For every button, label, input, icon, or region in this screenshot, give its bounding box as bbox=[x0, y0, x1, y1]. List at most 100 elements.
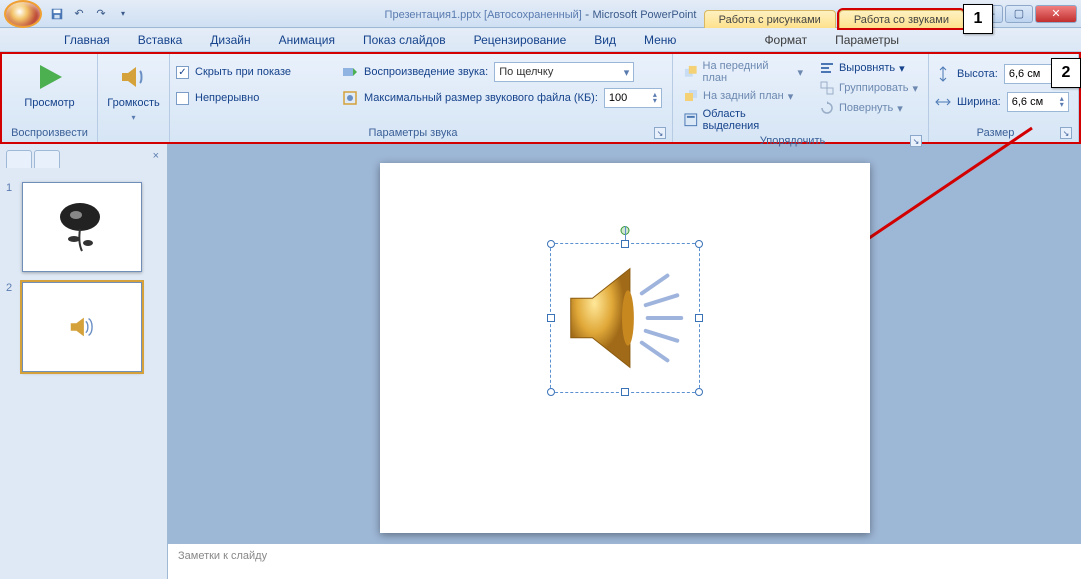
width-value: 6,6 см bbox=[1012, 96, 1043, 108]
selection-pane-icon bbox=[683, 112, 699, 128]
width-label: Ширина: bbox=[957, 96, 1001, 108]
play-sound-value: По щелчку bbox=[499, 66, 553, 78]
group-sound-options-label: Параметры звука bbox=[368, 127, 457, 139]
rose-image bbox=[52, 199, 112, 255]
preview-label: Просмотр bbox=[24, 97, 74, 109]
thumbnail-1[interactable]: 1 bbox=[6, 182, 161, 272]
slide-thumbnails-pane: × 1 2 bbox=[0, 144, 168, 579]
thumb-number: 1 bbox=[6, 182, 16, 272]
title-bar: ↶ ↷ ▾ Презентация1.pptx [Автосохраненный… bbox=[0, 0, 1081, 28]
callout-2: 2 bbox=[1051, 58, 1081, 88]
selection-pane-button[interactable]: Область выделения bbox=[679, 107, 807, 133]
thumbnail-2[interactable]: 2 bbox=[6, 282, 161, 372]
outline-tab[interactable] bbox=[34, 150, 60, 168]
resize-handle[interactable] bbox=[695, 314, 703, 322]
spinner-arrows-icon[interactable]: ▴▾ bbox=[653, 92, 657, 104]
group-play-label: Воспроизвести bbox=[8, 125, 91, 142]
tab-menu[interactable]: Меню bbox=[630, 29, 690, 51]
sound-tools-tab[interactable]: Работа со звуками bbox=[839, 10, 964, 28]
height-label: Высота: bbox=[957, 68, 998, 80]
width-icon bbox=[935, 94, 951, 110]
undo-icon[interactable]: ↶ bbox=[70, 5, 88, 23]
dialog-launcher-icon[interactable]: ↘ bbox=[1060, 127, 1072, 139]
tab-options[interactable]: Параметры bbox=[821, 29, 913, 51]
play-sound-combo[interactable]: По щелчку ▾ bbox=[494, 62, 634, 82]
tab-animation[interactable]: Анимация bbox=[265, 29, 349, 51]
notes-pane[interactable]: Заметки к слайду bbox=[168, 543, 1081, 579]
slide[interactable] bbox=[380, 163, 870, 533]
redo-icon[interactable]: ↷ bbox=[92, 5, 110, 23]
chevron-down-icon: ▾ bbox=[131, 113, 135, 122]
rotate-button[interactable]: Повернуть ▾ bbox=[815, 99, 922, 117]
callout-1: 1 bbox=[963, 4, 993, 34]
tab-format[interactable]: Формат bbox=[750, 29, 821, 51]
quick-access-toolbar: ↶ ↷ ▾ bbox=[48, 5, 132, 23]
tab-insert[interactable]: Вставка bbox=[124, 29, 197, 51]
close-button[interactable]: ✕ bbox=[1035, 5, 1077, 23]
loop-checkbox[interactable] bbox=[176, 92, 189, 105]
maximize-button[interactable]: ▢ bbox=[1005, 5, 1033, 23]
resize-handle[interactable] bbox=[621, 388, 629, 396]
tab-slideshow[interactable]: Показ слайдов bbox=[349, 29, 460, 51]
group-volume-label bbox=[104, 126, 163, 143]
picture-tools-tab[interactable]: Работа с рисунками bbox=[704, 10, 836, 28]
resize-handle[interactable] bbox=[621, 240, 629, 248]
tab-home[interactable]: Главная bbox=[50, 29, 124, 51]
resize-handle[interactable] bbox=[547, 240, 555, 248]
height-value: 6,6 см bbox=[1009, 68, 1040, 80]
selected-object[interactable] bbox=[550, 243, 700, 393]
tab-review[interactable]: Рецензирование bbox=[460, 29, 581, 51]
ribbon-tabs: Главная Вставка Дизайн Анимация Показ сл… bbox=[0, 28, 1081, 52]
save-icon[interactable] bbox=[48, 5, 66, 23]
context-tabs: Работа с рисунками Работа со звуками bbox=[704, 0, 967, 28]
group-volume: Громкость ▾ bbox=[98, 54, 170, 142]
preview-button[interactable]: Просмотр bbox=[8, 57, 91, 113]
bring-front-icon bbox=[683, 64, 699, 80]
resize-handle[interactable] bbox=[547, 314, 555, 322]
group-sound-options: ✓ Скрыть при показе Воспроизведение звук… bbox=[170, 54, 673, 142]
resize-handle[interactable] bbox=[547, 388, 555, 396]
dialog-launcher-icon[interactable]: ↘ bbox=[910, 135, 922, 147]
bring-front-button[interactable]: На передний план ▾ bbox=[679, 59, 807, 85]
dialog-launcher-icon[interactable]: ↘ bbox=[654, 127, 666, 139]
group-arrange-label: Упорядочить bbox=[760, 135, 825, 147]
width-input[interactable]: 6,6 см ▴▾ bbox=[1007, 92, 1069, 112]
align-icon bbox=[819, 60, 835, 76]
max-size-value: 100 bbox=[609, 92, 627, 104]
hide-on-show-checkbox[interactable]: ✓ bbox=[176, 66, 189, 79]
group-icon bbox=[819, 80, 835, 96]
speaker-thumb-icon bbox=[67, 312, 97, 342]
office-button[interactable] bbox=[4, 0, 42, 28]
align-button[interactable]: Выровнять ▾ bbox=[815, 59, 922, 77]
group-play: Просмотр Воспроизвести bbox=[2, 54, 98, 142]
spinner-arrows-icon[interactable]: ▴▾ bbox=[1060, 96, 1064, 108]
hide-on-show-label: Скрыть при показе bbox=[195, 66, 291, 78]
qat-dropdown-icon[interactable]: ▾ bbox=[114, 5, 132, 23]
resize-handle[interactable] bbox=[695, 240, 703, 248]
tab-view[interactable]: Вид bbox=[580, 29, 630, 51]
play-sound-label: Воспроизведение звука: bbox=[364, 66, 488, 78]
send-back-icon bbox=[683, 88, 699, 104]
play-icon bbox=[34, 61, 66, 93]
group-button[interactable]: Группировать ▾ bbox=[815, 79, 922, 97]
chevron-down-icon: ▾ bbox=[624, 66, 630, 79]
sound-object-icon bbox=[551, 244, 699, 392]
resize-handle[interactable] bbox=[695, 388, 703, 396]
send-back-button[interactable]: На задний план ▾ bbox=[679, 87, 807, 105]
play-sound-icon bbox=[342, 64, 358, 80]
tab-design[interactable]: Дизайн bbox=[196, 29, 264, 51]
close-pane-icon[interactable]: × bbox=[153, 150, 159, 162]
height-icon bbox=[935, 66, 951, 82]
slide-canvas: Заметки к слайду bbox=[168, 144, 1081, 579]
rotate-icon bbox=[819, 100, 835, 116]
max-size-label: Максимальный размер звукового файла (КБ)… bbox=[364, 92, 598, 104]
group-size-label: Размер bbox=[977, 127, 1015, 139]
slides-tab[interactable] bbox=[6, 150, 32, 168]
volume-button[interactable]: Громкость ▾ bbox=[104, 57, 163, 126]
group-arrange: На передний план ▾ На задний план ▾ Обла… bbox=[673, 54, 929, 142]
filesize-icon bbox=[342, 90, 358, 106]
ribbon: Просмотр Воспроизвести Громкость ▾ ✓ Скр… bbox=[0, 52, 1081, 144]
slide-area[interactable] bbox=[168, 144, 1081, 543]
max-size-input[interactable]: 100 ▴▾ bbox=[604, 88, 662, 108]
loop-label: Непрерывно bbox=[195, 92, 259, 104]
